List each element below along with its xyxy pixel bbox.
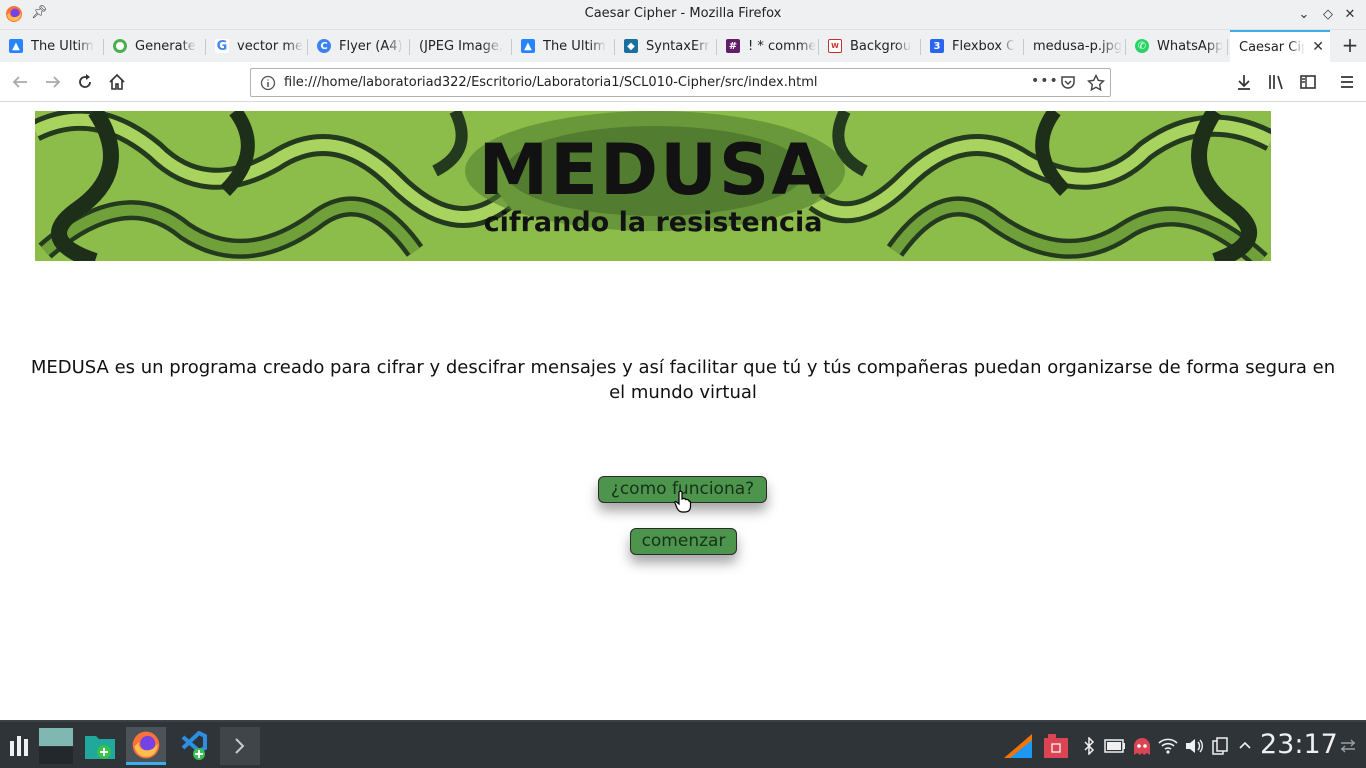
start-button[interactable]: comenzar — [630, 528, 737, 555]
whatsapp-icon: ✆ — [1135, 39, 1149, 53]
task-terminal[interactable] — [220, 727, 260, 765]
window-titlebar: 📌︎ Caesar Cipher - Mozilla Firefox ⌄ ◇ ✕ — [0, 0, 1366, 30]
reload-icon — [79, 74, 91, 88]
atlassian-icon: ▲ — [9, 39, 23, 53]
tab[interactable]: 3 Flexbox C — [921, 30, 1024, 62]
tab-label: SyntaxErr — [646, 38, 710, 54]
library-button[interactable] — [1264, 70, 1288, 94]
app-launcher-button[interactable] — [0, 727, 38, 765]
download-icon — [1238, 75, 1250, 90]
atlassian-icon: ▲ — [521, 39, 535, 53]
firefox-icon — [132, 731, 160, 758]
folder-icon — [85, 736, 115, 759]
tab-label: The Ultim — [543, 38, 606, 54]
header-banner: MEDUSA cifrando la resistencia — [35, 111, 1271, 261]
tab[interactable]: medusa-p.jpg — [1024, 30, 1126, 62]
tab-label: medusa-p.jpg — [1033, 38, 1123, 54]
w3schools-icon: W — [828, 39, 842, 53]
tab-label: WhatsApp — [1157, 38, 1224, 54]
sidebar-button[interactable] — [1296, 70, 1320, 94]
volume-icon[interactable] — [1184, 737, 1204, 755]
info-icon[interactable] — [260, 75, 276, 91]
home-button[interactable] — [105, 70, 129, 94]
minimize-icon[interactable]: ⌄ — [1294, 5, 1314, 25]
terminal-icon — [235, 738, 245, 754]
forward-button[interactable] — [41, 70, 65, 94]
desktop-taskbar: 23:17 — [0, 720, 1366, 768]
tab-label: Backgrou — [850, 38, 912, 54]
menu-button[interactable] — [1335, 70, 1359, 94]
tab[interactable]: W Backgrou — [819, 30, 921, 62]
google-icon: G — [215, 38, 229, 54]
clock[interactable]: 23:17 — [1260, 729, 1338, 760]
launcher-icon — [10, 736, 28, 756]
task-firefox[interactable] — [126, 727, 166, 765]
new-tab-button[interactable]: + — [1338, 33, 1362, 57]
generator-icon — [113, 39, 127, 53]
canva-icon: C — [317, 39, 331, 53]
home-icon — [109, 73, 125, 90]
clipboard-icon[interactable] — [1212, 737, 1228, 755]
tab-label: (JPEG Image, — [419, 38, 504, 54]
stackoverflow-icon: ◆ — [624, 39, 638, 53]
library-icon — [1269, 75, 1283, 90]
forward-arrow-icon — [46, 76, 61, 88]
task-vscode[interactable] — [174, 727, 214, 765]
tab[interactable]: ◆ SyntaxErr — [615, 30, 717, 62]
tab[interactable]: ▲ The Ultim — [512, 30, 615, 62]
tab-label: Caesar Cip — [1239, 39, 1305, 55]
vscode-icon — [181, 731, 207, 760]
css3-icon: 3 — [930, 39, 944, 53]
intro-paragraph: MEDUSA es un programa creado para cifrar… — [30, 357, 1336, 403]
tab-label: ! * comme — [748, 38, 817, 54]
close-tab-icon[interactable]: ✕ — [1312, 39, 1324, 55]
tab[interactable]: G vector me — [206, 30, 308, 62]
color-app-tray-icon[interactable] — [1002, 732, 1036, 760]
tab-bar: ▲ The Ultim Generate G vector me C Flyer… — [0, 30, 1366, 62]
page-viewport: MEDUSA cifrando la resistencia MEDUSA es… — [0, 103, 1366, 720]
banner-subtitle: cifrando la resistencia — [483, 207, 823, 238]
ghost-app-icon[interactable] — [1132, 737, 1152, 757]
bookmark-star-icon[interactable] — [1087, 74, 1105, 92]
panel-settings-icon[interactable] — [1340, 739, 1356, 753]
tab[interactable]: (JPEG Image, — [410, 30, 512, 62]
tab[interactable]: # ! * comme — [717, 30, 819, 62]
url-bar[interactable]: file:///home/laboratoriad322/Escritorio/… — [250, 68, 1111, 97]
tab[interactable]: C Flyer (A4) — [308, 30, 410, 62]
reload-button[interactable] — [73, 70, 97, 94]
tray-expand-icon[interactable] — [1238, 740, 1252, 750]
battery-icon[interactable] — [1104, 739, 1126, 753]
tab-label: Flyer (A4) — [339, 38, 403, 54]
trash-tray-icon[interactable] — [1040, 732, 1070, 760]
tab[interactable]: ✆ WhatsApp — [1126, 30, 1228, 62]
tab[interactable]: Generate — [104, 30, 206, 62]
maximize-icon[interactable]: ◇ — [1318, 5, 1338, 25]
slack-icon: # — [726, 39, 740, 53]
close-window-icon[interactable]: ✕ — [1340, 5, 1360, 25]
window-title: Caesar Cipher - Mozilla Firefox — [584, 6, 782, 21]
pocket-icon[interactable] — [1059, 74, 1077, 92]
wifi-icon[interactable] — [1158, 737, 1178, 755]
hand-cursor-icon — [674, 490, 692, 513]
virtual-desktop-icon — [39, 728, 73, 764]
downloads-button[interactable] — [1232, 70, 1256, 94]
tab-label: The Ultim — [31, 38, 94, 54]
back-arrow-icon — [12, 76, 27, 88]
tab-label: Generate — [135, 38, 196, 54]
tab[interactable]: ▲ The Ultim — [0, 30, 104, 62]
tab-label: Flexbox C — [952, 38, 1016, 54]
desktop-pager[interactable] — [36, 727, 76, 765]
hamburger-menu-icon — [1341, 76, 1353, 88]
bluetooth-icon[interactable] — [1082, 737, 1096, 755]
tab-active[interactable]: Caesar Cip ✕ — [1230, 30, 1330, 62]
task-file-manager[interactable] — [80, 727, 120, 765]
sidebar-icon — [1300, 75, 1316, 89]
url-text[interactable]: file:///home/laboratoriad322/Escritorio/… — [284, 75, 818, 90]
banner-title: MEDUSA — [478, 129, 828, 211]
tab-label: vector me — [237, 38, 304, 54]
page-actions-icon[interactable]: ••• — [1031, 73, 1059, 89]
back-button[interactable] — [8, 70, 32, 94]
